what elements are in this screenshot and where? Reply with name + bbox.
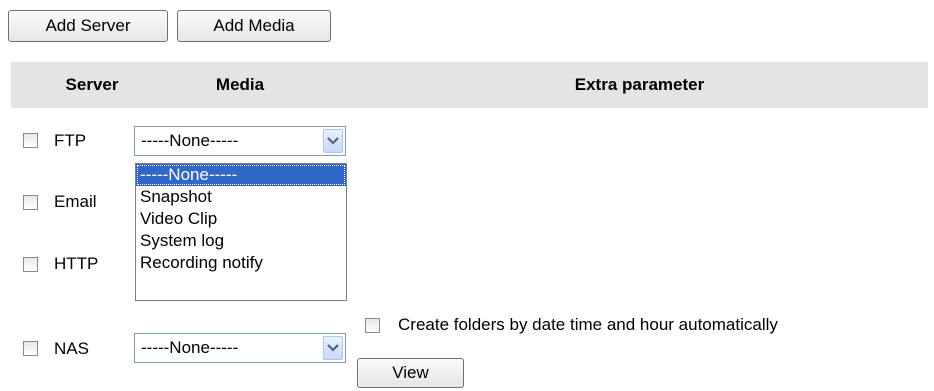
- nas-label: NAS: [54, 339, 89, 358]
- media-option[interactable]: -----None-----: [136, 164, 346, 186]
- media-option[interactable]: Video Clip: [136, 208, 346, 230]
- add-media-button[interactable]: Add Media: [177, 10, 331, 42]
- chevron-down-icon[interactable]: [323, 129, 343, 153]
- media-dropdown-list[interactable]: -----None----- Snapshot Video Clip Syste…: [135, 163, 347, 301]
- header-media: Media: [215, 75, 265, 94]
- table-header: Server Media Extra parameter: [11, 62, 928, 108]
- create-folders-checkbox[interactable]: [365, 318, 380, 333]
- create-folders-label: Create folders by date time and hour aut…: [398, 315, 778, 334]
- ftp-label: FTP: [54, 131, 87, 150]
- media-option[interactable]: Recording notify: [136, 252, 346, 274]
- media-option[interactable]: Snapshot: [136, 186, 346, 208]
- nas-checkbox[interactable]: [23, 341, 38, 356]
- nas-media-value: -----None-----: [141, 338, 239, 357]
- ftp-media-select[interactable]: -----None-----: [134, 126, 346, 156]
- http-checkbox[interactable]: [23, 257, 38, 272]
- chevron-down-icon[interactable]: [323, 336, 343, 360]
- nas-media-select[interactable]: -----None-----: [134, 333, 346, 363]
- http-label: HTTP: [54, 254, 99, 273]
- ftp-media-value: -----None-----: [141, 131, 239, 150]
- email-label: Email: [54, 192, 97, 211]
- add-server-button[interactable]: Add Server: [8, 10, 168, 42]
- view-button[interactable]: View: [357, 358, 464, 388]
- header-extra-parameter: Extra parameter: [574, 75, 705, 94]
- ftp-checkbox[interactable]: [23, 133, 38, 148]
- email-checkbox[interactable]: [23, 195, 38, 210]
- header-server: Server: [65, 75, 119, 94]
- media-option[interactable]: System log: [136, 230, 346, 252]
